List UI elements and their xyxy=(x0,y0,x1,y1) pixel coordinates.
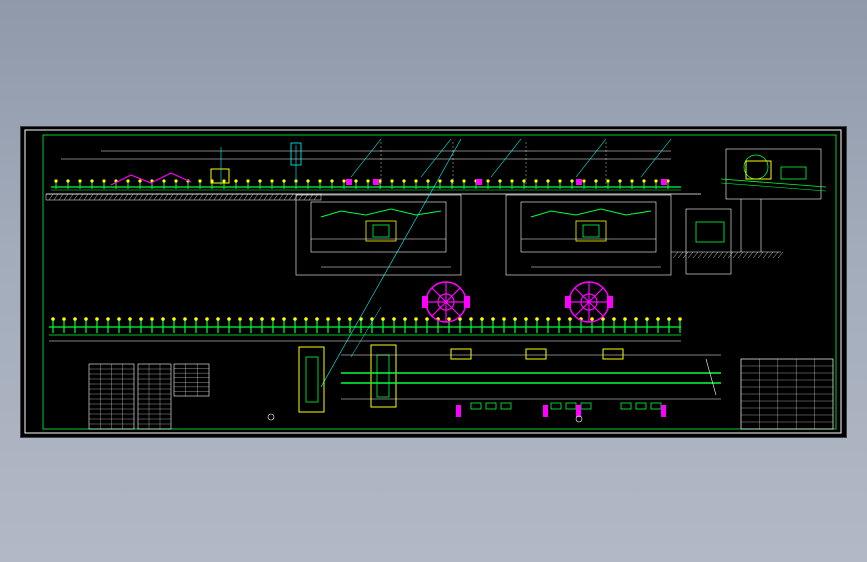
top-elevation-view xyxy=(45,138,701,201)
turning-station-1 xyxy=(422,281,470,323)
inner-frame xyxy=(42,134,837,430)
cross-section-pits xyxy=(295,194,672,276)
right-side-detail xyxy=(671,148,827,275)
conveyor-layout-drawing xyxy=(24,129,842,434)
title-block xyxy=(740,358,834,430)
outer-frame xyxy=(24,129,842,434)
notes-tables xyxy=(88,363,210,430)
turning-station-2 xyxy=(565,281,613,323)
cad-viewport[interactable] xyxy=(20,126,847,438)
